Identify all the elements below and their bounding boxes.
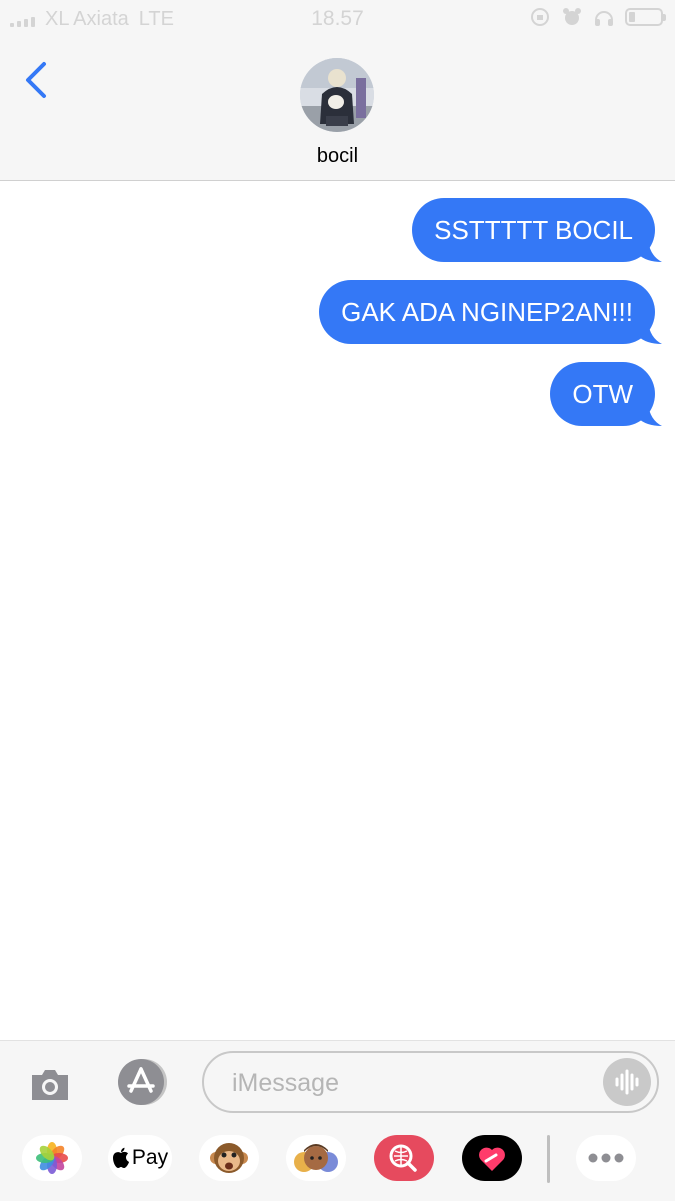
more-icon [588, 1153, 624, 1163]
bubble-tail [638, 240, 662, 262]
animoji-button[interactable] [199, 1135, 259, 1181]
conversation-header: XL Axiata LTE 18.57 bocil [0, 0, 675, 181]
audio-waveform-icon [615, 1069, 639, 1095]
battery-icon [625, 8, 666, 26]
bubble-tail [638, 404, 662, 426]
camera-button[interactable] [28, 1063, 72, 1107]
apple-pay-label: Pay [131, 1146, 169, 1169]
apple-pay-button[interactable]: Pay [108, 1135, 172, 1181]
message-bubble[interactable]: SSTTTTT BOCIL [412, 198, 662, 262]
message-text: GAK ADA NGINEP2AN!!! [341, 297, 633, 327]
rotation-lock-icon [531, 8, 549, 26]
app-store-button[interactable] [114, 1058, 172, 1106]
contact-name[interactable]: bocil [0, 145, 675, 168]
digital-touch-icon [462, 1135, 522, 1181]
more-apps-button[interactable] [576, 1135, 636, 1181]
web-search-button[interactable] [374, 1135, 434, 1181]
photos-app-button[interactable] [22, 1135, 82, 1181]
chevron-left-icon [26, 62, 46, 98]
message-text: OTW [572, 379, 633, 409]
message-bubble[interactable]: OTW [550, 362, 662, 426]
headphones-icon [595, 11, 613, 26]
camera-icon [32, 1070, 68, 1100]
contact-photo [300, 58, 374, 132]
web-search-icon [374, 1135, 434, 1181]
app-drawer-divider [547, 1135, 550, 1183]
alarm-icon [563, 8, 581, 25]
contact-avatar[interactable] [300, 58, 374, 132]
app-store-icon [118, 1059, 167, 1105]
bubble-tail [638, 322, 662, 344]
back-button[interactable] [20, 58, 56, 102]
message-bubble[interactable]: GAK ADA NGINEP2AN!!! [319, 280, 662, 344]
memoji-stickers-button[interactable] [286, 1135, 346, 1181]
message-input[interactable]: iMessage [202, 1051, 659, 1113]
animoji-icon [210, 1143, 248, 1173]
status-right [529, 6, 666, 28]
composer-area: iMessage Pay [0, 1040, 675, 1201]
audio-message-button[interactable] [603, 1058, 651, 1106]
message-placeholder: iMessage [232, 1069, 339, 1097]
digital-touch-button[interactable] [462, 1135, 522, 1181]
status-bar: XL Axiata LTE 18.57 [0, 0, 675, 38]
apple-pay-icon [112, 1147, 129, 1168]
photos-icon [36, 1142, 68, 1174]
memoji-stickers-icon [294, 1144, 338, 1172]
message-text: SSTTTTT BOCIL [434, 215, 633, 245]
app-drawer: Pay [0, 1131, 675, 1193]
